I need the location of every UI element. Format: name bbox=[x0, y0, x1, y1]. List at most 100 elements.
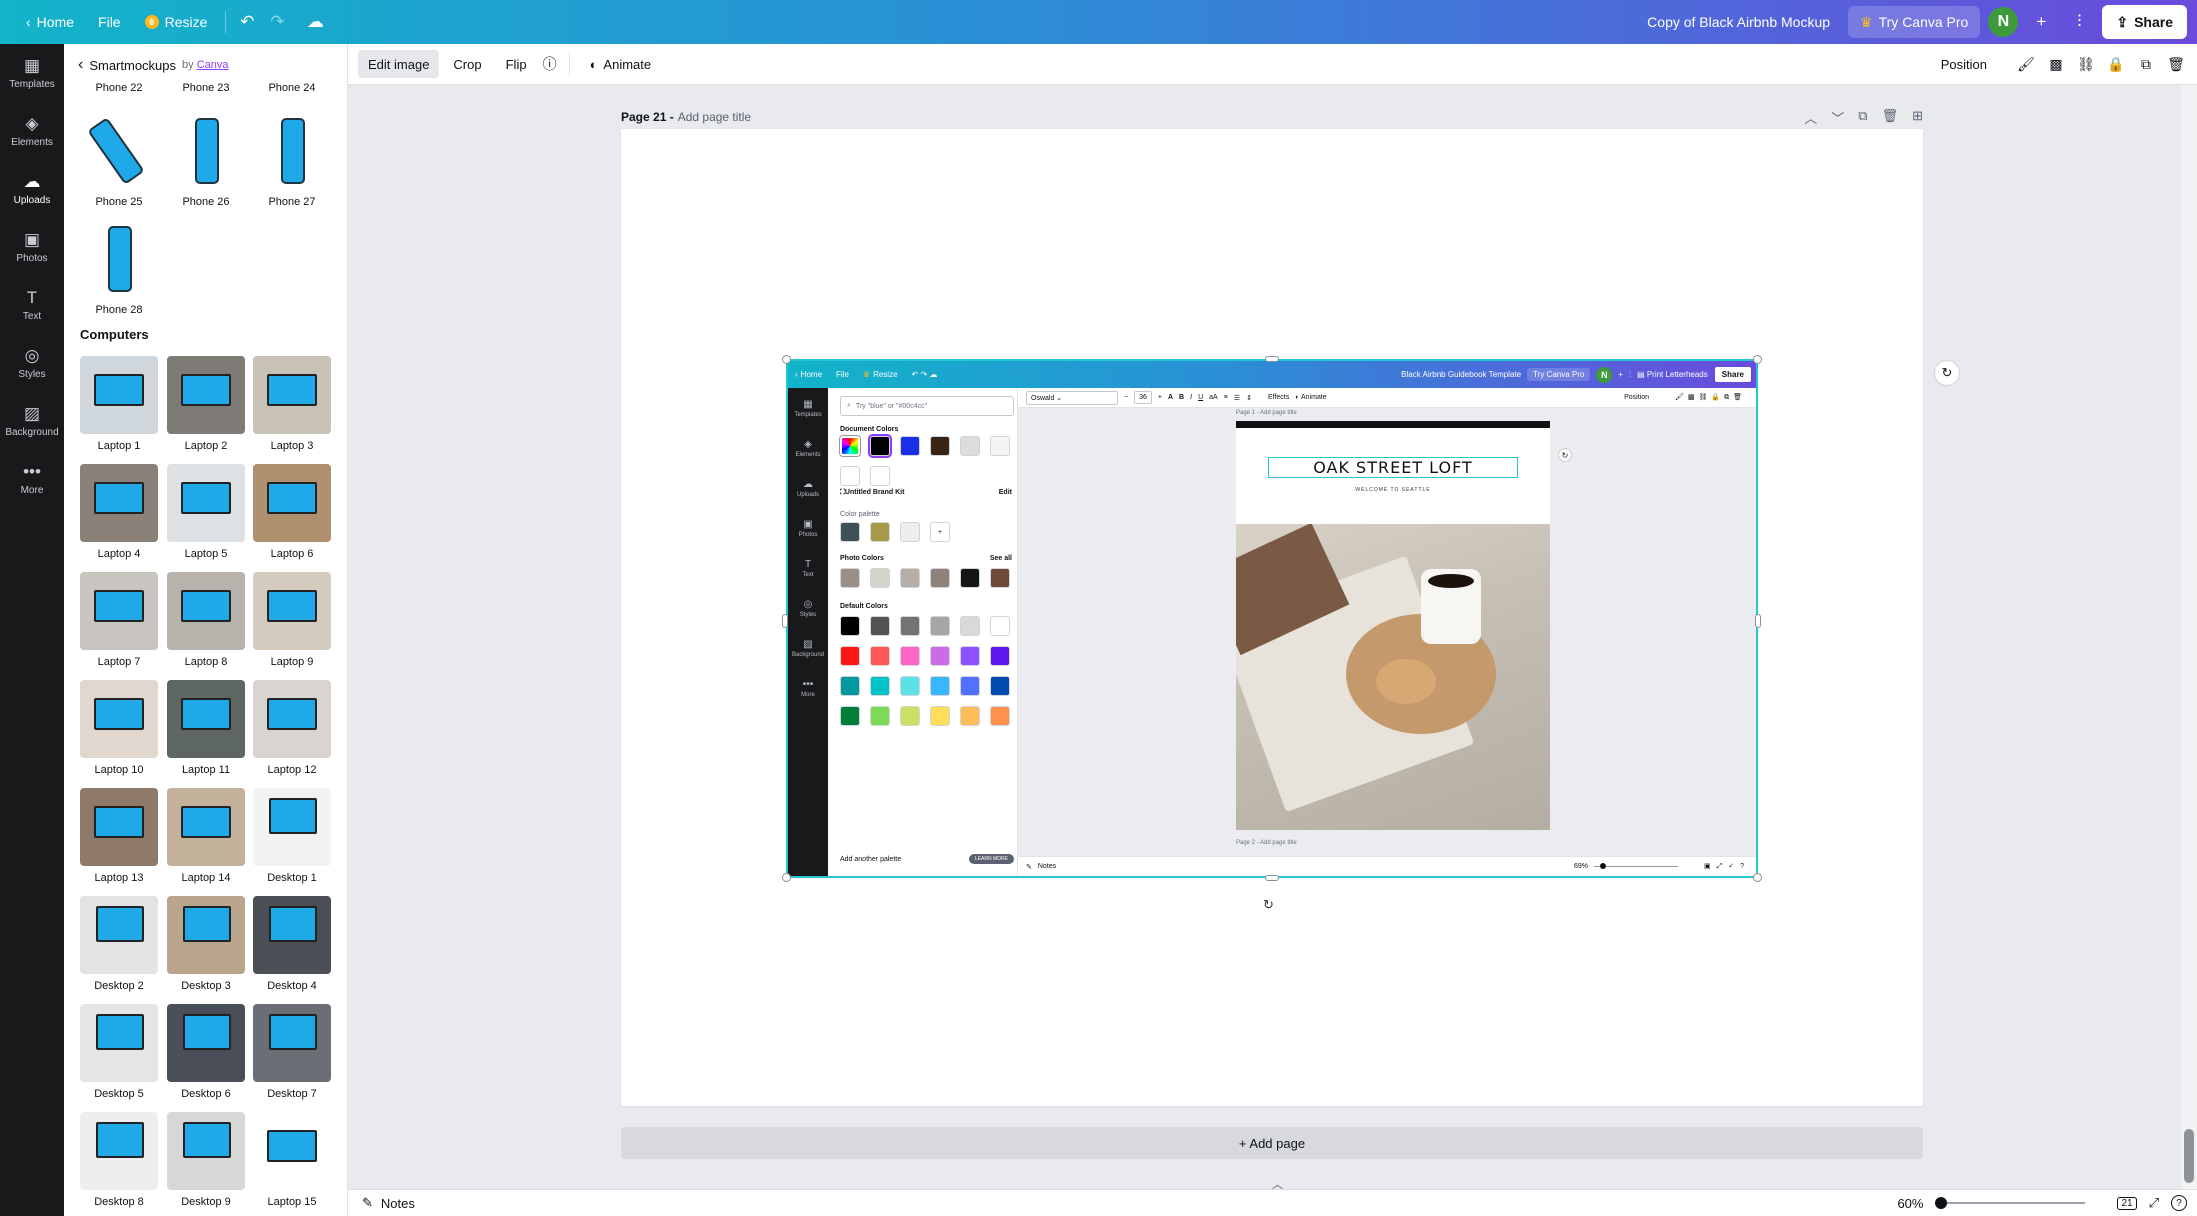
lock-icon[interactable]: 🔒 bbox=[2103, 51, 2129, 77]
add-collaborator-icon[interactable]: + bbox=[2026, 7, 2056, 37]
mockup-phone[interactable]: Phone 25 bbox=[80, 112, 158, 208]
mockup-computer[interactable]: Laptop 10 bbox=[80, 680, 158, 776]
mockup-phone[interactable]: Phone 26 bbox=[167, 112, 245, 208]
help-icon[interactable]: ? bbox=[2171, 1195, 2187, 1211]
rail-item-styles[interactable]: ◎ Styles bbox=[0, 334, 64, 392]
document-title[interactable]: Copy of Black Airbnb Mockup bbox=[1647, 14, 1830, 30]
mockup-computer[interactable]: Desktop 5 bbox=[80, 1004, 158, 1100]
duplicate-icon[interactable]: ⧉ bbox=[2133, 51, 2159, 77]
rail-item-templates[interactable]: ▦ Templates bbox=[0, 44, 64, 102]
mockup-computer[interactable]: Laptop 4 bbox=[80, 464, 158, 560]
notes-button[interactable]: ✎ Notes bbox=[348, 1195, 415, 1211]
resize-handle-bl[interactable] bbox=[782, 873, 791, 882]
link-icon[interactable]: ⛓ bbox=[2073, 51, 2099, 77]
zoom-knob[interactable] bbox=[1935, 1197, 1948, 1209]
shot-zoom-track bbox=[1594, 863, 1679, 869]
add-page-icon[interactable]: ⊞ bbox=[1912, 108, 1923, 127]
mockup-thumbnail bbox=[253, 356, 331, 434]
resize-handle-tr[interactable] bbox=[1753, 355, 1762, 364]
mockup-computer[interactable]: Laptop 6 bbox=[253, 464, 331, 560]
delete-icon[interactable]: 🗑 bbox=[2163, 51, 2189, 77]
chevron-up-icon[interactable]: ︿ bbox=[1804, 108, 1817, 127]
file-menu[interactable]: File bbox=[86, 7, 133, 37]
rail-item-more[interactable]: ••• More bbox=[0, 450, 64, 508]
mockup-computer[interactable]: Desktop 7 bbox=[253, 1004, 331, 1100]
canva-link[interactable]: Canva bbox=[197, 59, 229, 71]
embedded-screenshot[interactable]: ‹ Home File ♛ Resize ↶ ↷ ☁ Black Airbnb G… bbox=[786, 359, 1758, 878]
info-icon[interactable]: ⓘ bbox=[537, 51, 563, 77]
shot-rail-label: Text bbox=[802, 571, 814, 578]
resize-handle-tl[interactable] bbox=[782, 355, 791, 364]
mockup-computer[interactable]: Laptop 11 bbox=[167, 680, 245, 776]
undo-icon[interactable]: ↶ bbox=[232, 7, 262, 37]
zoom-level[interactable]: 60% bbox=[1897, 1196, 1923, 1211]
try-pro-button[interactable]: ♛ Try Canva Pro bbox=[1848, 6, 1981, 38]
add-page-button[interactable]: + Add page bbox=[621, 1127, 1923, 1159]
mockup-computer[interactable]: Desktop 3 bbox=[167, 896, 245, 992]
mockup-computer[interactable]: Laptop 3 bbox=[253, 356, 331, 452]
mockup-screen bbox=[269, 798, 317, 834]
rotate-icon[interactable]: ↻ bbox=[1263, 897, 1274, 913]
color-swatch bbox=[960, 436, 980, 456]
edit-image-button[interactable]: Edit image bbox=[358, 50, 440, 78]
rail-item-uploads[interactable]: ☁ Uploads bbox=[0, 160, 64, 218]
resize-button[interactable]: ♛ Resize bbox=[133, 7, 220, 37]
mockup-computer[interactable]: Desktop 4 bbox=[253, 896, 331, 992]
mockup-screen bbox=[96, 1122, 144, 1158]
mockup-computer[interactable]: Laptop 8 bbox=[167, 572, 245, 668]
share-button[interactable]: ⇪ Share bbox=[2102, 5, 2187, 39]
chevron-down-icon[interactable]: ﹀ bbox=[1831, 108, 1844, 127]
mockup-computer[interactable]: Laptop 5 bbox=[167, 464, 245, 560]
mockup-computer[interactable]: Laptop 12 bbox=[253, 680, 331, 776]
ai-refresh-icon[interactable]: ↻ bbox=[1934, 360, 1960, 386]
vertical-scrollbar[interactable] bbox=[2181, 85, 2197, 1189]
color-swatch bbox=[900, 646, 920, 666]
transparency-icon[interactable]: ▩ bbox=[2043, 51, 2069, 77]
resize-handle-b[interactable] bbox=[1265, 875, 1279, 881]
mockup-computer[interactable]: Desktop 6 bbox=[167, 1004, 245, 1100]
animate-button[interactable]: ◐ Animate bbox=[580, 50, 662, 78]
mockup-computer[interactable]: Desktop 1 bbox=[253, 788, 331, 884]
delete-page-icon[interactable]: 🗑 bbox=[1882, 108, 1899, 127]
rail-item-photos[interactable]: ▣ Photos bbox=[0, 218, 64, 276]
resize-handle-r[interactable] bbox=[1755, 614, 1761, 628]
avatar[interactable]: N bbox=[1988, 7, 2019, 37]
crop-button[interactable]: Crop bbox=[443, 50, 491, 78]
shot-page1-label: Page 1 - Add page title bbox=[1236, 410, 1297, 416]
mockup-computer[interactable]: Laptop 7 bbox=[80, 572, 158, 668]
flip-button[interactable]: Flip bbox=[496, 50, 537, 78]
rail-item-text[interactable]: T Text bbox=[0, 276, 64, 334]
back-icon[interactable]: ‹ bbox=[78, 56, 83, 74]
color-swatch bbox=[870, 706, 890, 726]
mockup-computer[interactable]: Laptop 2 bbox=[167, 356, 245, 452]
mockup-computer[interactable]: Laptop 14 bbox=[167, 788, 245, 884]
mockup-computer[interactable]: Desktop 8 bbox=[80, 1112, 158, 1208]
position-label: Position bbox=[1940, 56, 1987, 72]
resize-handle-l[interactable] bbox=[782, 614, 788, 628]
resize-handle-t[interactable] bbox=[1265, 356, 1279, 362]
rail-item-elements[interactable]: ◈ Elements bbox=[0, 102, 64, 160]
mockup-computer[interactable]: Laptop 15 bbox=[253, 1112, 331, 1208]
mockup-screen bbox=[96, 1014, 144, 1050]
scrollbar-thumb[interactable] bbox=[2184, 1129, 2194, 1183]
mockup-phone[interactable]: Phone 27 bbox=[253, 112, 331, 208]
mockup-computer[interactable]: Laptop 1 bbox=[80, 356, 158, 452]
mockup-computer[interactable]: Laptop 13 bbox=[80, 788, 158, 884]
cloud-saved-icon[interactable]: ☁ bbox=[300, 7, 330, 37]
position-button[interactable]: Position bbox=[1931, 50, 1997, 78]
zoom-slider[interactable] bbox=[1935, 1197, 2086, 1209]
mockup-computer[interactable]: Desktop 2 bbox=[80, 896, 158, 992]
fullscreen-icon[interactable]: ⤢ bbox=[2149, 1195, 2159, 1211]
resize-handle-br[interactable] bbox=[1753, 873, 1762, 882]
mockup-phone[interactable]: Phone 28 bbox=[80, 220, 158, 316]
redo-icon[interactable]: ↷ bbox=[262, 7, 292, 37]
duplicate-page-icon[interactable]: ⧉ bbox=[1858, 108, 1867, 127]
mockup-computer[interactable]: Desktop 9 bbox=[167, 1112, 245, 1208]
mockup-computer[interactable]: Laptop 9 bbox=[253, 572, 331, 668]
paint-format-icon[interactable]: 🖌 bbox=[2013, 51, 2039, 77]
page-title-input[interactable]: Add page title bbox=[678, 110, 751, 124]
home-button[interactable]: ‹ Home bbox=[14, 7, 86, 37]
page-count[interactable]: 21 bbox=[2117, 1196, 2137, 1210]
insights-icon[interactable]: ⫶ bbox=[2064, 7, 2094, 37]
rail-item-background[interactable]: ▨ Background bbox=[0, 392, 64, 450]
